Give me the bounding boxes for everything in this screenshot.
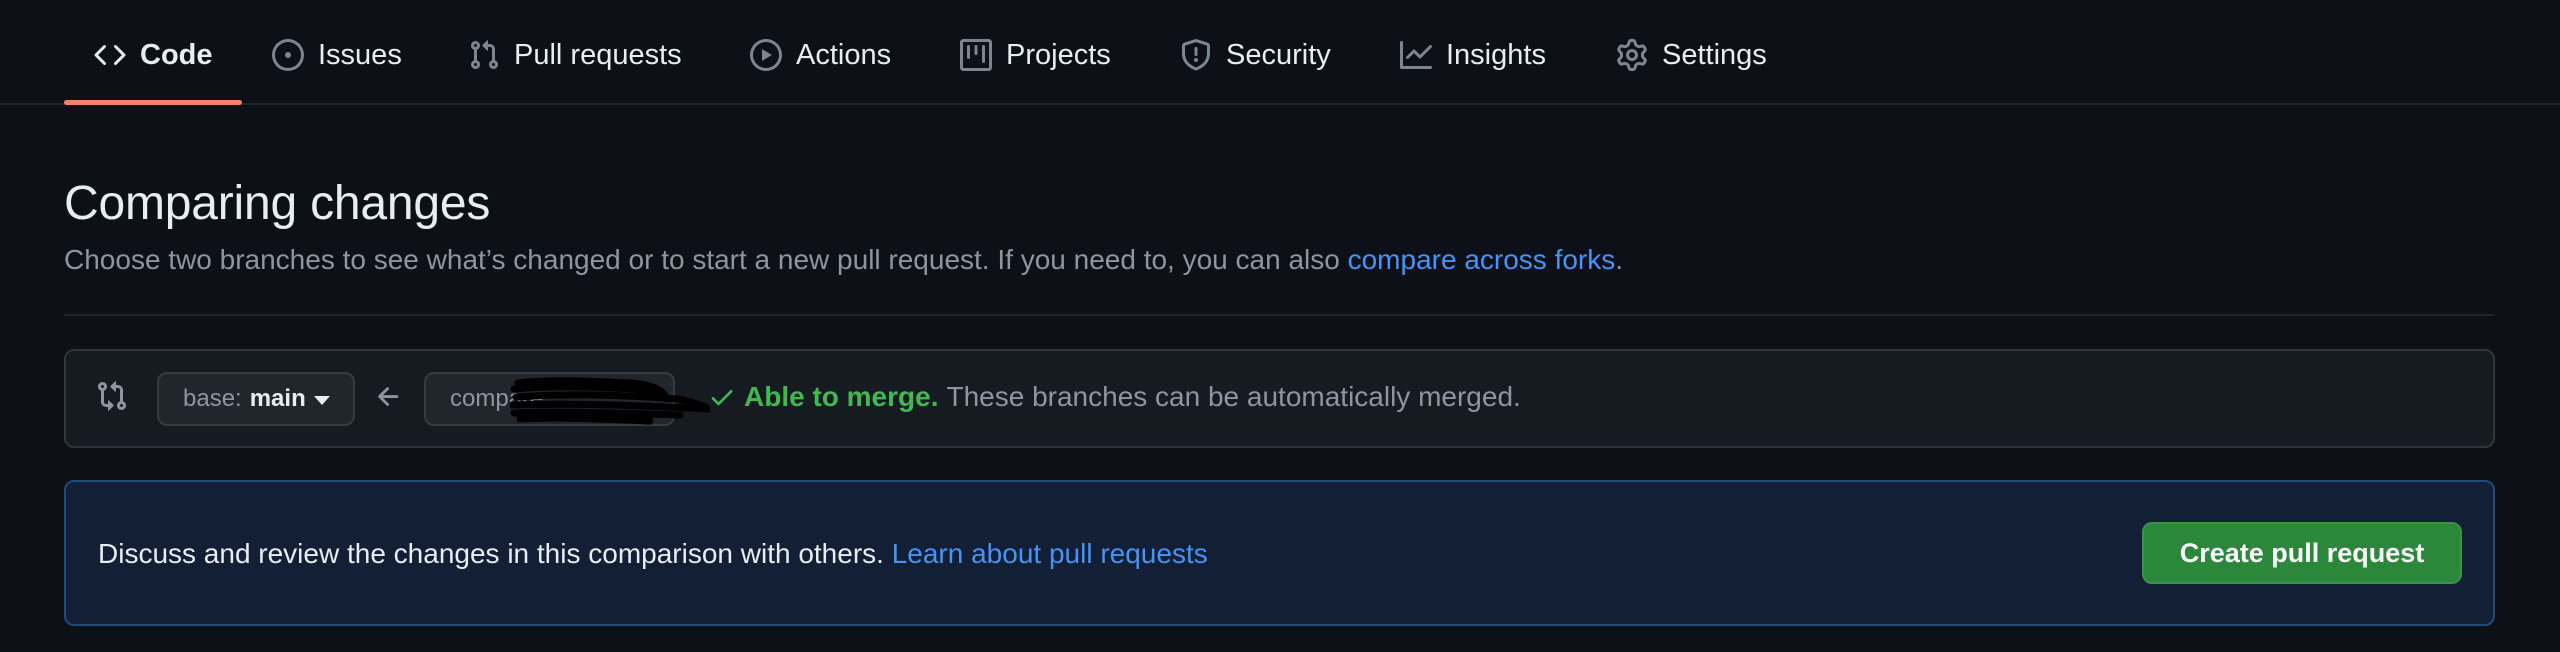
compare-branch-prefix: compare: [450, 385, 551, 412]
tab-projects[interactable]: Projects [960, 30, 1111, 80]
repo-nav: Code Issues Pull requests Actions Projec… [0, 0, 2560, 105]
page-description-end: . [1615, 244, 1624, 275]
git-compare-icon [98, 381, 127, 411]
create-pull-request-button[interactable]: Create pull request [2142, 522, 2462, 584]
tab-pull-requests-label: Pull requests [514, 38, 682, 71]
tab-pull-requests[interactable]: Pull requests [468, 30, 682, 80]
base-branch-select[interactable]: base: main [157, 372, 355, 426]
issue-opened-icon [272, 39, 304, 71]
tab-projects-label: Projects [1006, 38, 1111, 71]
compare-across-forks-link[interactable]: compare across forks [1348, 244, 1616, 275]
tab-security[interactable]: Security [1180, 30, 1331, 80]
learn-about-pull-requests-link[interactable]: Learn about pull requests [892, 538, 1208, 569]
table-icon [960, 39, 992, 71]
play-icon [750, 39, 782, 71]
tab-issues-label: Issues [318, 38, 402, 71]
compare-branch-select[interactable]: compare: [424, 372, 675, 426]
code-icon [94, 39, 126, 71]
tab-settings[interactable]: Settings [1616, 30, 1767, 80]
tab-issues[interactable]: Issues [272, 30, 402, 80]
banner-text: Discuss and review the changes in this c… [98, 538, 1208, 570]
page-description-text: Choose two branches to see what’s change… [64, 244, 1348, 275]
tab-security-label: Security [1226, 38, 1331, 71]
page-description: Choose two branches to see what’s change… [64, 244, 1623, 276]
arrow-left-icon [378, 387, 399, 406]
tab-code-label: Code [140, 38, 213, 71]
tab-insights[interactable]: Insights [1400, 30, 1546, 80]
git-pull-request-icon [468, 39, 500, 71]
page-title: Comparing changes [64, 177, 491, 230]
tab-actions-label: Actions [796, 38, 892, 71]
tab-actions[interactable]: Actions [750, 30, 891, 80]
shield-icon [1180, 39, 1212, 71]
tab-settings-label: Settings [1662, 38, 1767, 71]
merge-status-description: These branches can be automatically merg… [946, 381, 1521, 412]
tab-code[interactable]: Code [94, 30, 213, 80]
merge-status-label: Able to merge. [744, 381, 939, 412]
base-branch-name: main [249, 385, 306, 412]
check-icon [711, 390, 733, 406]
base-branch-prefix: base: [183, 385, 242, 412]
tab-insights-label: Insights [1446, 38, 1546, 71]
selected-tab-indicator [64, 100, 242, 105]
gear-icon [1616, 39, 1648, 71]
banner-message: Discuss and review the changes in this c… [98, 538, 892, 569]
graph-icon [1400, 39, 1432, 71]
merge-status: Able to merge. These branches can be aut… [708, 381, 1521, 413]
caret-down-icon [313, 395, 330, 405]
header-divider [64, 314, 2495, 316]
